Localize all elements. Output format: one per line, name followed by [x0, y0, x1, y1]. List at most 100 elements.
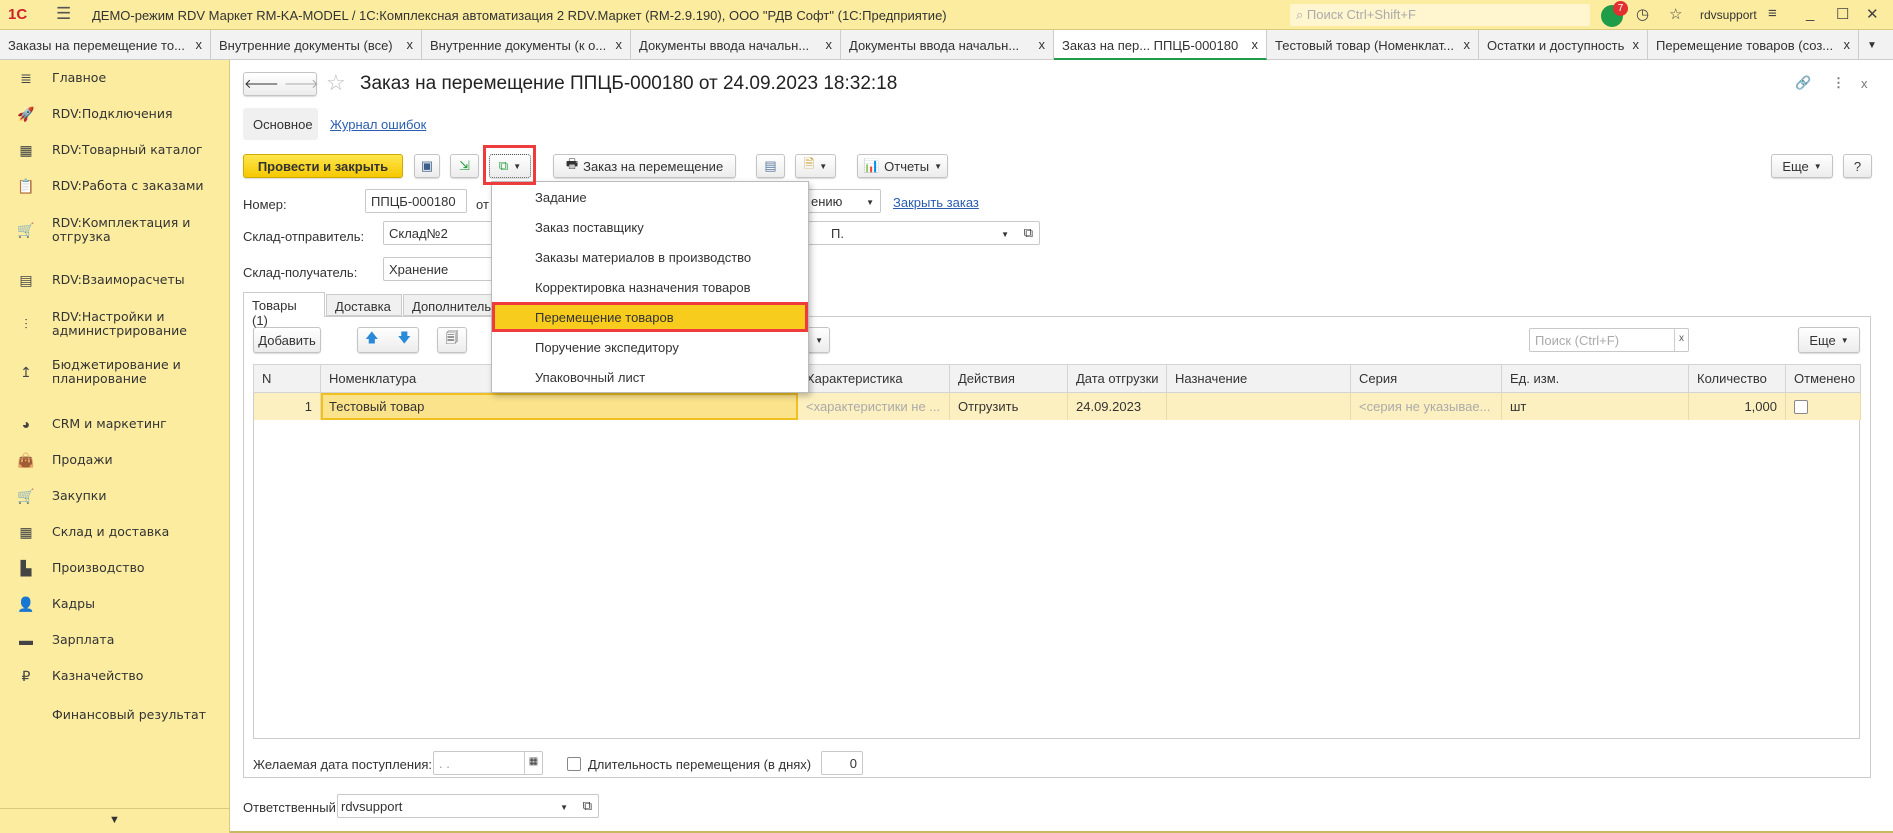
close-tab-icon[interactable]: x [196, 37, 203, 52]
col-characteristic[interactable]: Характеристика [797, 364, 950, 393]
calendar-icon[interactable]: ▦ [524, 752, 542, 774]
post-and-close-button[interactable]: Провести и закрыть [243, 154, 403, 178]
subtab-error-log[interactable]: Журнал ошибок [330, 117, 426, 132]
sidebar-item-7[interactable]: ↥ Бюджетирование и планирование [0, 348, 229, 396]
table-row[interactable]: 1 Тестовый товар <характеристики не ... … [253, 392, 1861, 420]
sidebar-scroll-down-icon[interactable]: ▼ [0, 808, 229, 833]
tab-2[interactable]: Внутренние документы (к о... x [422, 30, 631, 60]
tab-1[interactable]: Внутренние документы (все) x [211, 30, 422, 60]
close-tab-icon[interactable]: x [1252, 37, 1259, 52]
cell-action[interactable]: Отгрузить [949, 392, 1068, 420]
forward-arrow-icon[interactable]: 🡒 [284, 76, 319, 92]
grid-search-input[interactable]: Поиск (Ctrl+F) x [1529, 328, 1689, 352]
tab-goods[interactable]: Товары (1) [243, 292, 325, 328]
cell-qty[interactable]: 1,000 [1688, 392, 1786, 420]
menu-item-packing-list[interactable]: Упаковочный лист [492, 362, 808, 392]
tab-0[interactable]: Заказы на перемещение то... x [0, 30, 211, 60]
minimize-icon[interactable]: _ [1806, 5, 1814, 22]
responsible-field[interactable]: rdvsupport ▼ ⧉ [337, 794, 599, 818]
duration-field[interactable]: 0 [821, 751, 863, 775]
col-qty[interactable]: Количество [1688, 364, 1786, 393]
cancelled-checkbox[interactable] [1794, 400, 1808, 415]
back-arrow-icon[interactable]: 🡐 [244, 76, 279, 92]
tab-6[interactable]: Тестовый товар (Номенклат... x [1267, 30, 1479, 60]
copy-button[interactable]: 🗐 [437, 327, 467, 353]
reports-button[interactable]: 📊 Отчеты ▼ [857, 154, 948, 178]
sidebar-item-1[interactable]: 🚀 RDV:Подключения [0, 98, 229, 130]
close-form-icon[interactable]: x [1861, 76, 1868, 91]
col-action[interactable]: Действия [949, 364, 1068, 393]
cell-purpose[interactable] [1166, 392, 1351, 420]
structure-button[interactable]: ▤ [756, 154, 785, 178]
add-button[interactable]: Добавить [253, 327, 321, 353]
cell-characteristic[interactable]: <характеристики не ... [797, 392, 950, 420]
desired-date-field[interactable]: . . ▦ [433, 751, 543, 775]
arrow-down-icon[interactable]: 🡇 [398, 329, 411, 351]
cell-unit[interactable]: шт [1501, 392, 1689, 420]
sidebar-item-6[interactable]: ⫶ RDV:Настройки и администрирование [0, 300, 229, 348]
tab-delivery[interactable]: Доставка [326, 294, 402, 316]
cell-ship-date[interactable]: 24.09.2023 [1067, 392, 1167, 420]
col-series[interactable]: Серия [1350, 364, 1502, 393]
sidebar-item-14[interactable]: ▬ Зарплата [0, 624, 229, 656]
arrow-up-icon[interactable]: 🡅 [365, 329, 378, 351]
chevron-down-icon[interactable]: ▼ [560, 803, 568, 812]
sidebar-item-5[interactable]: ▤ RDV:Взаиморасчеты [0, 264, 229, 296]
sidebar-item-13[interactable]: 👤 Кадры [0, 588, 229, 620]
open-icon[interactable]: ⧉ [583, 798, 592, 814]
history-icon[interactable]: ◷ [1636, 5, 1649, 23]
sidebar-item-10[interactable]: 🛒 Закупки [0, 480, 229, 512]
help-button[interactable]: ? [1843, 154, 1872, 178]
favorite-star-icon[interactable]: ☆ [326, 70, 346, 96]
close-tab-icon[interactable]: x [826, 37, 833, 52]
more-button[interactable]: Еще ▼ [1771, 154, 1833, 178]
cell-cancelled[interactable] [1785, 392, 1861, 420]
close-tab-icon[interactable]: x [616, 37, 623, 52]
col-cancelled[interactable]: Отменено [1785, 364, 1861, 393]
tab-3[interactable]: Документы ввода начальн... x [631, 30, 841, 60]
menu-item-material-orders[interactable]: Заказы материалов в производство [492, 242, 808, 272]
sidebar-item-4[interactable]: 🛒 RDV:Комплектация и отгрузка [0, 206, 229, 254]
save-button[interactable]: ▣ [414, 154, 440, 178]
duration-checkbox[interactable] [567, 757, 581, 771]
settings-menu-icon[interactable]: ≡ [1768, 5, 1777, 22]
cell-series[interactable]: <серия не указывае... [1350, 392, 1502, 420]
sidebar-item-12[interactable]: ▙ Производство [0, 552, 229, 584]
link-icon[interactable]: 🔗 [1795, 75, 1811, 91]
number-field[interactable]: ППЦБ-000180 [365, 189, 467, 213]
tab-8[interactable]: Перемещение товаров (соз... x [1648, 30, 1859, 60]
chevron-down-icon[interactable]: ▼ [1001, 230, 1009, 239]
subtab-main[interactable]: Основное [243, 108, 318, 140]
related-docs-button[interactable]: 🗎 ▼ [795, 154, 836, 178]
menu-item-forwarder-assignment[interactable]: Поручение экспедитору [492, 332, 808, 362]
sidebar-item-15[interactable]: ₽ Казначейство [0, 660, 229, 692]
close-tab-icon[interactable]: x [1464, 37, 1471, 52]
col-purpose[interactable]: Назначение [1166, 364, 1351, 393]
more-vertical-icon[interactable]: ⋮ [1832, 75, 1845, 91]
menu-icon[interactable]: ☰ [56, 4, 71, 24]
maximize-icon[interactable]: ☐ [1836, 5, 1849, 23]
clear-search-icon[interactable]: x [1674, 329, 1688, 351]
close-tab-icon[interactable]: x [1039, 37, 1046, 52]
col-unit[interactable]: Ед. изм. [1501, 364, 1689, 393]
sidebar-item-0[interactable]: ≣ Главное [0, 62, 229, 94]
sidebar-item-11[interactable]: ▦ Склад и доставка [0, 516, 229, 548]
close-tab-icon[interactable]: x [1844, 37, 1851, 52]
tab-7[interactable]: Остатки и доступность x [1479, 30, 1648, 60]
close-tab-icon[interactable]: x [1633, 37, 1640, 52]
col-ship-date[interactable]: Дата отгрузки [1067, 364, 1167, 393]
menu-item-task[interactable]: Задание [492, 182, 808, 212]
close-window-icon[interactable]: ✕ [1866, 5, 1879, 23]
col-n[interactable]: N [253, 364, 321, 393]
close-tab-icon[interactable]: x [407, 37, 414, 52]
star-icon[interactable]: ☆ [1669, 5, 1682, 23]
sidebar-item-3[interactable]: 📋 RDV:Работа с заказами [0, 170, 229, 202]
tab-5-active[interactable]: Заказ на пер... ППЦБ-000180 x [1054, 30, 1267, 60]
grid-more-button[interactable]: Еще ▼ [1798, 327, 1860, 353]
print-order-button[interactable]: 🖶 Заказ на перемещение [553, 154, 736, 178]
post-button[interactable]: ⇲ [450, 154, 479, 178]
menu-item-supplier-order[interactable]: Заказ поставщику [492, 212, 808, 242]
sidebar-item-8[interactable]: ◕ CRM и маркетинг [0, 408, 229, 440]
cell-item[interactable]: Тестовый товар [320, 392, 798, 420]
tab-4[interactable]: Документы ввода начальн... x [841, 30, 1054, 60]
